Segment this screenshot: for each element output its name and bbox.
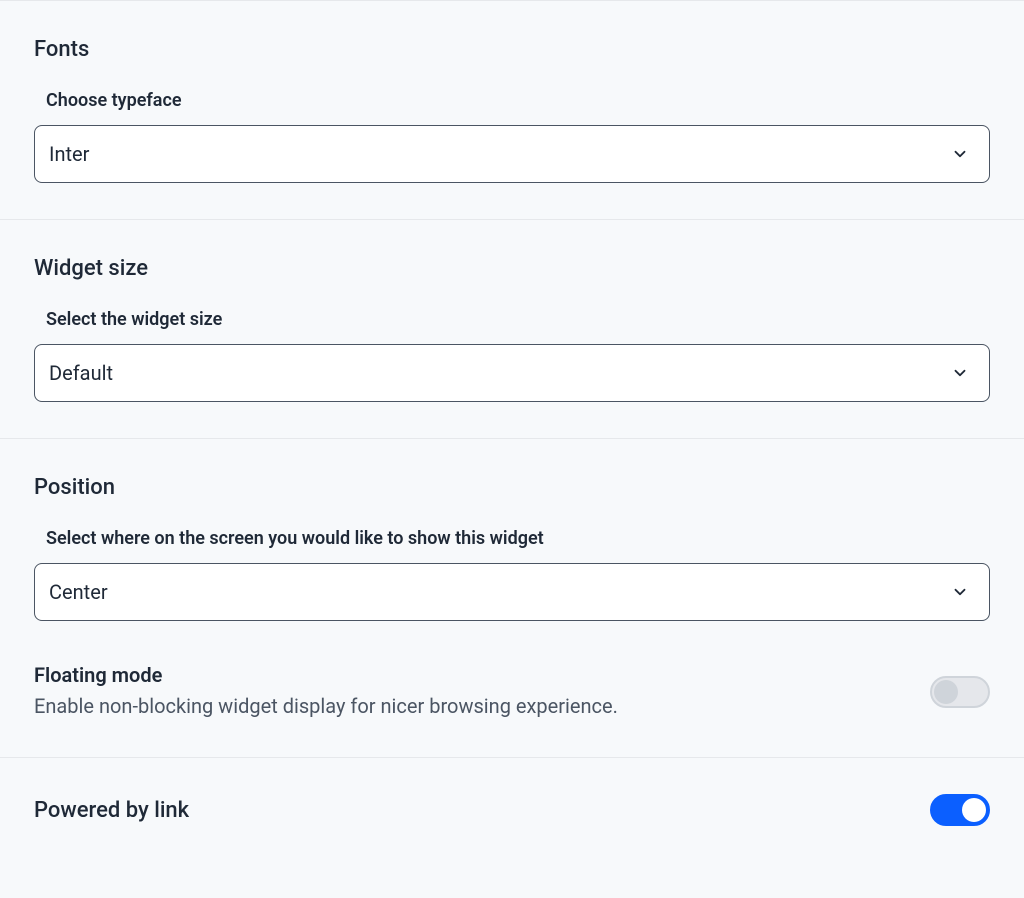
widget-size-section-title: Widget size <box>34 256 990 281</box>
powered-by-row: Powered by link <box>34 794 990 826</box>
floating-mode-description: Enable non-blocking widget display for n… <box>34 691 910 721</box>
toggle-knob <box>934 680 958 704</box>
widget-size-section: Widget size Select the widget size Defau… <box>0 219 1024 438</box>
floating-mode-toggle[interactable] <box>930 676 990 708</box>
position-section: Position Select where on the screen you … <box>0 438 1024 757</box>
widget-size-select-value: Default <box>49 361 113 385</box>
powered-by-section: Powered by link <box>0 757 1024 862</box>
powered-by-title: Powered by link <box>34 798 189 823</box>
chevron-down-icon <box>951 583 969 601</box>
floating-mode-title: Floating mode <box>34 663 910 687</box>
position-select-value: Center <box>49 580 108 604</box>
floating-mode-text: Floating mode Enable non-blocking widget… <box>34 663 910 721</box>
floating-mode-row: Floating mode Enable non-blocking widget… <box>34 663 990 721</box>
fonts-section: Fonts Choose typeface Inter <box>0 0 1024 219</box>
position-section-title: Position <box>34 475 990 500</box>
widget-size-select[interactable]: Default <box>34 344 990 402</box>
position-select[interactable]: Center <box>34 563 990 621</box>
fonts-section-title: Fonts <box>34 37 990 62</box>
typeface-field-label: Choose typeface <box>46 90 990 111</box>
toggle-knob <box>962 798 986 822</box>
chevron-down-icon <box>951 364 969 382</box>
typeface-select-value: Inter <box>49 142 89 166</box>
chevron-down-icon <box>951 145 969 163</box>
powered-by-toggle[interactable] <box>930 794 990 826</box>
position-field-label: Select where on the screen you would lik… <box>46 528 990 549</box>
widget-size-field-label: Select the widget size <box>46 309 990 330</box>
typeface-select[interactable]: Inter <box>34 125 990 183</box>
